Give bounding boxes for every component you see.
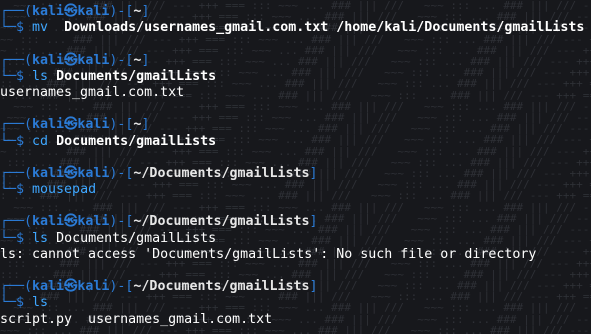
prompt-bracket: )-[ xyxy=(109,4,134,19)
prompt-host: kali xyxy=(77,4,110,19)
prompt-corner-top: ┌──( xyxy=(0,165,33,181)
prompt-line: ┌──(kali㉿kali)-[~] xyxy=(0,53,591,69)
command-name: ls xyxy=(32,295,49,311)
command-name: ls xyxy=(32,68,49,84)
command-line: └─$ ls xyxy=(0,295,591,311)
prompt-user: kali xyxy=(32,165,65,181)
prompt-line: ┌──(kali㉿kali)-[~/Documents/gmailLists] xyxy=(0,214,591,230)
command-name: mv xyxy=(32,20,49,36)
prompt-symbol: ㉿ xyxy=(64,214,78,230)
prompt-corner-top: ┌──( xyxy=(0,214,33,230)
prompt-host: kali xyxy=(77,117,110,133)
command-line: └─$ ls Documents/gmailLists xyxy=(0,231,591,247)
prompt-corner-top: ┌──( xyxy=(0,117,33,133)
prompt-line: ┌──(kali㉿kali)-[~/Documents/gmailLists] xyxy=(0,166,591,182)
prompt-bracket-close: ] xyxy=(141,4,150,19)
prompt-bracket-close: ] xyxy=(309,279,318,295)
prompt-symbol: ㉿ xyxy=(64,117,78,133)
prompt-bracket-close: ] xyxy=(141,52,150,68)
command-name: mousepad xyxy=(32,182,97,198)
prompt-symbol: ㉿ xyxy=(64,165,78,181)
prompt-bracket: )-[ xyxy=(109,117,134,133)
prompt-user: kali xyxy=(32,214,65,230)
command-line: └─$ cd Documents/gmailLists xyxy=(0,134,591,150)
prompt-line: ┌──(kali㉿kali)-[~/Documents/gmailLists] xyxy=(0,279,591,295)
command-args: Documents/gmailLists xyxy=(56,230,217,246)
prompt-line: ┌──(kali㉿kali)-[~] xyxy=(0,4,591,20)
prompt-user: kali xyxy=(32,279,65,295)
output-line: usernames_gmail.com.txt xyxy=(0,84,185,100)
prompt-corner-bottom: └─$ xyxy=(0,295,33,311)
prompt-corner-bottom: └─$ xyxy=(0,20,33,36)
command-line: └─$ mousepad xyxy=(0,182,591,198)
prompt-cwd: ~/Documents/gmailLists xyxy=(133,214,310,230)
command-args: Downloads/usernames_gmail.com.txt /home/… xyxy=(56,20,585,36)
output-line: script.py usernames_gmail.com.txt xyxy=(0,311,273,327)
terminal-window[interactable]: ~~~ ::: ... ### ||| /// --- +++ === ::: … xyxy=(0,0,591,334)
prompt-host: kali xyxy=(77,214,110,230)
prompt-bracket-close: ] xyxy=(141,117,150,133)
prompt-corner-bottom: └─$ xyxy=(0,230,33,246)
prompt-bracket-close: ] xyxy=(309,165,318,181)
command-name: ls xyxy=(32,230,49,246)
prompt-bracket: )-[ xyxy=(109,214,134,230)
prompt-cwd: ~/Documents/gmailLists xyxy=(133,165,310,181)
command-line: └─$ ls Documents/gmailLists xyxy=(0,69,591,85)
prompt-host: kali xyxy=(77,52,110,68)
prompt-corner-top: ┌──( xyxy=(0,4,33,19)
terminal-output: ┌──(kali㉿kali)-[~] └─$ mv Downloads/usern… xyxy=(0,4,591,328)
prompt-host: kali xyxy=(77,165,110,181)
prompt-corner-bottom: └─$ xyxy=(0,182,33,198)
prompt-user: kali xyxy=(32,4,65,19)
prompt-bracket: )-[ xyxy=(109,52,134,68)
prompt-bracket-close: ] xyxy=(309,214,318,230)
prompt-user: kali xyxy=(32,117,65,133)
command-args: Documents/gmailLists xyxy=(56,68,217,84)
output-line: ls: cannot access 'Documents/gmailLists'… xyxy=(0,246,537,262)
prompt-corner-bottom: └─$ xyxy=(0,133,33,149)
prompt-symbol: ㉿ xyxy=(64,4,78,19)
command-line: └─$ mv Downloads/usernames_gmail.com.txt… xyxy=(0,20,591,36)
prompt-symbol: ㉿ xyxy=(64,52,78,68)
prompt-user: kali xyxy=(32,52,65,68)
prompt-corner-top: ┌──( xyxy=(0,279,33,295)
prompt-corner-bottom: └─$ xyxy=(0,68,33,84)
prompt-host: kali xyxy=(77,279,110,295)
prompt-bracket: )-[ xyxy=(109,165,134,181)
prompt-symbol: ㉿ xyxy=(64,279,78,295)
prompt-cwd: ~/Documents/gmailLists xyxy=(133,279,310,295)
prompt-corner-top: ┌──( xyxy=(0,52,33,68)
prompt-bracket: )-[ xyxy=(109,279,134,295)
command-args: Documents/gmailLists xyxy=(56,133,217,149)
prompt-line: ┌──(kali㉿kali)-[~] xyxy=(0,117,591,133)
command-name: cd xyxy=(32,133,49,149)
